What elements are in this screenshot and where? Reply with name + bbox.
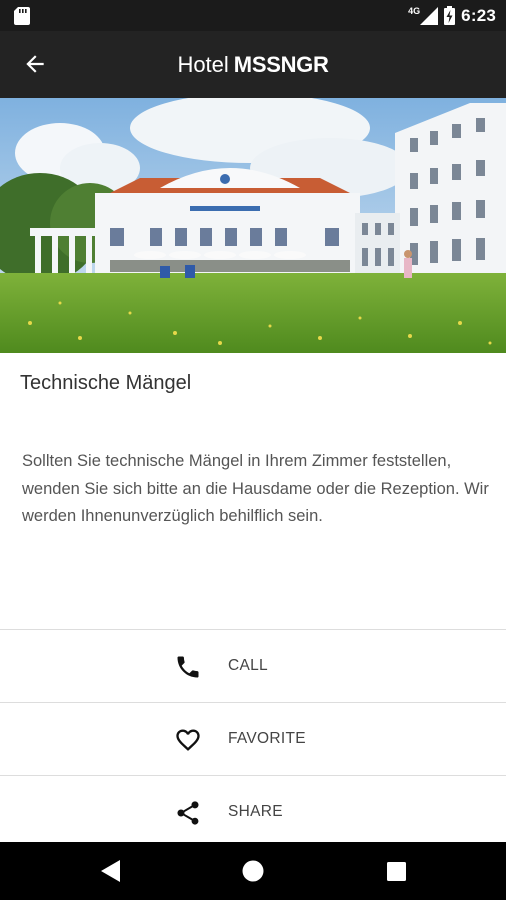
system-nav-bar: [0, 842, 506, 900]
title-brand: MSSNGR: [233, 52, 329, 77]
nav-home-button[interactable]: [223, 842, 283, 900]
clock: 6:23: [461, 5, 496, 25]
section-heading: Technische Mängel: [20, 372, 192, 394]
sd-card-icon: [14, 7, 30, 25]
nav-recents-button[interactable]: [366, 842, 426, 900]
nav-back-button[interactable]: [81, 842, 141, 900]
battery-charging-icon: [444, 6, 456, 25]
back-triangle-icon: [101, 860, 120, 882]
page-title: Hotel MSSNGR: [0, 31, 506, 98]
favorite-button[interactable]: FAVORITE: [0, 702, 506, 775]
home-circle-icon: [242, 860, 264, 882]
phone-icon: [177, 656, 199, 678]
call-label: CALL: [228, 657, 268, 674]
call-button[interactable]: CALL: [0, 629, 506, 702]
action-list: CALL FAVORITE SHARE: [0, 629, 506, 848]
share-icon: [177, 801, 199, 825]
status-bar: 4G 6:23: [0, 0, 506, 31]
description-text: Sollten Sie technische Mängel in Ihrem Z…: [22, 452, 489, 525]
title-prefix: Hotel: [177, 52, 229, 77]
share-button[interactable]: SHARE: [0, 775, 506, 848]
heart-icon: [176, 729, 200, 751]
network-type: 4G: [408, 5, 421, 16]
hotel-hero-image: [0, 98, 506, 353]
favorite-label: FAVORITE: [228, 730, 306, 747]
signal-icon: [420, 6, 439, 25]
app-bar: Hotel MSSNGR: [0, 31, 506, 98]
recents-square-icon: [386, 861, 406, 881]
share-label: SHARE: [228, 803, 283, 820]
